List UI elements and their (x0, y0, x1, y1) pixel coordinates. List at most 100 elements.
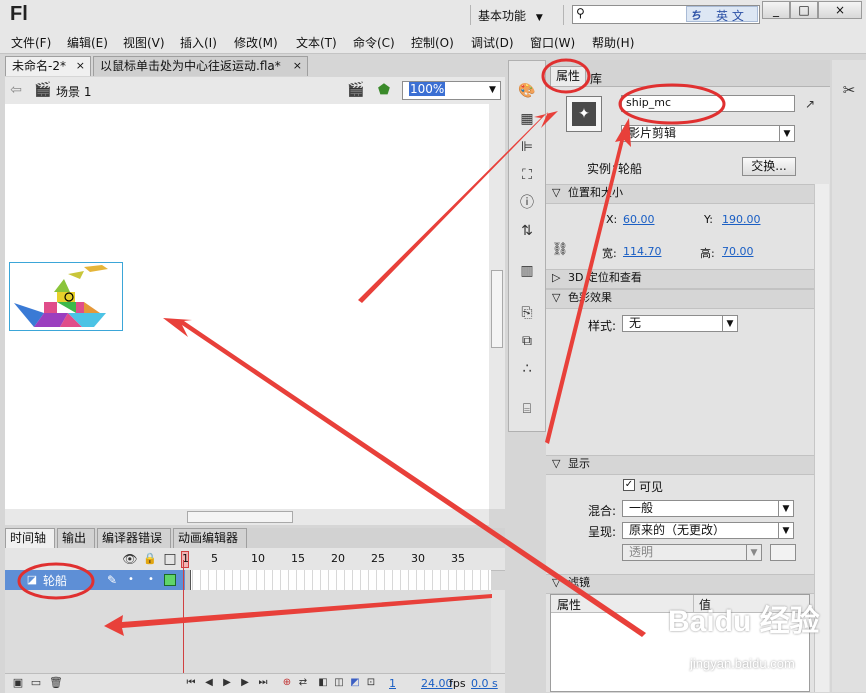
menu-text[interactable]: 文本(T) (296, 34, 337, 51)
help-arrow-icon[interactable]: ↗ (802, 94, 818, 114)
y-value[interactable]: 190.00 (722, 213, 761, 226)
scene-panel-icon[interactable]: ⇅ (517, 221, 537, 241)
background-color-swatch[interactable] (770, 544, 796, 561)
library-icon[interactable]: ▥ (517, 261, 537, 281)
eye-icon[interactable]: 👁 (122, 549, 138, 569)
step-forward-icon[interactable]: ▶ (239, 673, 251, 693)
components-icon[interactable]: ⧉ (517, 331, 537, 351)
transparent-select[interactable]: 透明 ▼ (622, 544, 762, 561)
workspace-switcher[interactable]: 基本功能 ▼ (478, 7, 550, 25)
instance-name-field[interactable]: ship_mc (621, 95, 795, 112)
stage-horizontal-scrollbar[interactable] (5, 509, 489, 525)
scroll-thumb[interactable] (491, 270, 503, 348)
step-back-icon[interactable]: ◀ (203, 673, 215, 693)
filters-col-property: 属性 (557, 598, 582, 612)
menu-view[interactable]: 视图(V) (123, 34, 165, 51)
tools-icon[interactable]: ✂ (838, 80, 860, 100)
blend-select[interactable]: 一般 ▼ (622, 500, 794, 517)
color-style-select[interactable]: 无 ▼ (622, 315, 738, 332)
width-value[interactable]: 114.70 (623, 245, 662, 258)
tab-properties[interactable]: 属性 (550, 66, 586, 86)
tab-compiler-errors[interactable]: 编译器错误 (97, 528, 171, 548)
tab-output[interactable]: 输出 (57, 528, 95, 548)
new-folder-icon[interactable]: ▭ (29, 673, 43, 693)
link-icon[interactable]: ⛓ (550, 240, 570, 260)
swap-button[interactable]: 交换... (742, 157, 796, 176)
ship-instance-selection[interactable] (9, 262, 123, 331)
onion-skin-icon[interactable]: ◧ (317, 673, 329, 693)
menu-file[interactable]: 文件(F) (11, 34, 51, 51)
current-frame[interactable]: 1 (389, 677, 396, 690)
stage-canvas[interactable] (5, 104, 489, 509)
first-frame-icon[interactable]: ⏮ (185, 673, 197, 693)
section-color-effect[interactable]: ▽ 色彩效果 (546, 289, 820, 309)
onion-outline-icon[interactable]: ◫ (333, 673, 345, 693)
menu-edit[interactable]: 编辑(E) (67, 34, 108, 51)
trash-icon[interactable]: 🗑 (49, 673, 63, 693)
keyframe[interactable] (185, 570, 191, 590)
section-display[interactable]: ▽ 显示 (546, 455, 820, 475)
tab-timeline[interactable]: 时间轴 (5, 528, 55, 548)
menu-commands[interactable]: 命令(C) (353, 34, 395, 51)
movie-explorer-icon[interactable]: ⌸ (517, 399, 537, 419)
info-icon[interactable]: ⓘ (517, 193, 537, 213)
menu-insert[interactable]: 插入(I) (180, 34, 217, 51)
align-icon[interactable]: ⊫ (517, 137, 537, 157)
frame-ruler-label: 15 (291, 552, 305, 565)
menu-help[interactable]: 帮助(H) (592, 34, 634, 51)
close-button[interactable]: × (818, 1, 862, 19)
frame-track[interactable] (185, 570, 491, 590)
new-layer-icon[interactable]: ▣ (11, 673, 25, 693)
close-icon[interactable]: × (76, 57, 85, 75)
language-indicator[interactable]: ち 英 文 (686, 6, 758, 23)
section-position-size[interactable]: ▽ 位置和大小 (546, 184, 820, 204)
section-title: 色彩效果 (567, 291, 612, 304)
center-frame-icon[interactable]: ⊕ (281, 673, 293, 693)
last-frame-icon[interactable]: ⏭ (257, 673, 269, 693)
pencil-icon[interactable]: ✎ (105, 570, 119, 590)
layer-color-swatch[interactable] (164, 574, 176, 586)
color-palette-icon[interactable]: 🎨 (517, 81, 537, 101)
timeline-scrollbar[interactable] (491, 590, 505, 673)
frame-rate[interactable]: 24.00 (421, 677, 453, 690)
tab-motion-editor[interactable]: 动画编辑器 (173, 528, 247, 548)
visible-checkbox[interactable]: ✓ (623, 479, 635, 491)
edit-scene-icon[interactable]: 🎬 (345, 80, 367, 100)
scroll-thumb[interactable] (187, 511, 293, 523)
swatches-icon[interactable]: ▦ (517, 109, 537, 129)
actions-icon[interactable]: ⎘ (517, 303, 537, 323)
render-select[interactable]: 原来的（无更改） ▼ (622, 522, 794, 539)
stage-vertical-scrollbar[interactable] (489, 104, 505, 509)
transparent-value: 透明 (629, 545, 654, 559)
x-value[interactable]: 60.00 (623, 213, 655, 226)
doc-tab-label: 以鼠标单击处为中心往返运动.fla* (100, 59, 281, 73)
menu-debug[interactable]: 调试(D) (471, 34, 514, 51)
loop-icon[interactable]: ⇄ (295, 673, 311, 693)
outline-icon[interactable]: □ (163, 549, 177, 569)
motion-presets-icon[interactable]: ∴ (517, 359, 537, 379)
play-icon[interactable]: ▶ (221, 673, 233, 693)
minimize-button[interactable]: _ (762, 1, 790, 19)
maximize-button[interactable]: □ (790, 1, 818, 19)
edit-symbols-icon[interactable]: ⬟ (371, 80, 397, 100)
doc-tab-active[interactable]: 未命名-2* × (5, 56, 91, 76)
visibility-dot-icon[interactable]: • (126, 570, 136, 590)
height-value[interactable]: 70.00 (722, 245, 754, 258)
doc-tab[interactable]: 以鼠标单击处为中心往返运动.fla* × (93, 56, 308, 76)
zoom-select[interactable]: 100% ▼ (402, 81, 501, 100)
onion-markers-icon[interactable]: ⊡ (365, 673, 377, 693)
layer-row[interactable]: ◪ 轮船 ✎ • • (5, 570, 185, 590)
section-3d[interactable]: ▷ 3D 定位和查看 (546, 269, 820, 289)
menu-window[interactable]: 窗口(W) (530, 34, 575, 51)
symbol-type-select[interactable]: 影片剪辑 ▼ (621, 125, 795, 142)
edit-multiple-icon[interactable]: ◩ (349, 673, 361, 693)
close-icon[interactable]: × (293, 57, 302, 75)
menu-modify[interactable]: 修改(M) (234, 34, 278, 51)
lock-icon[interactable]: 🔒 (143, 549, 157, 569)
back-arrow-icon[interactable]: ⇦ (8, 80, 24, 100)
menu-control[interactable]: 控制(O) (411, 34, 454, 51)
tab-library[interactable]: 库 (590, 70, 602, 87)
lock-dot-icon[interactable]: • (146, 570, 156, 590)
section-filters[interactable]: ▽ 滤镜 (546, 574, 820, 594)
transform-icon[interactable]: ⛶ (517, 165, 537, 185)
